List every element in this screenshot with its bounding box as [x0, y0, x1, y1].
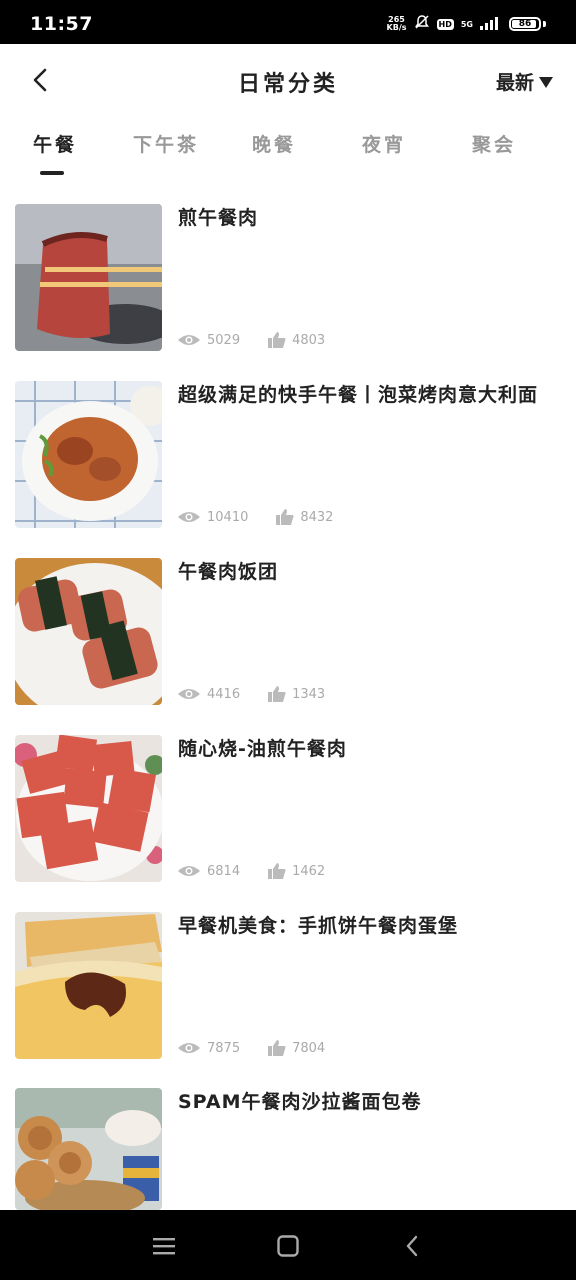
eye-icon [178, 335, 200, 345]
view-count: 5029 [177, 333, 240, 348]
status-icons: 265 KB/s HD 5G 86 [387, 14, 546, 34]
eye-icon [178, 1043, 200, 1053]
view-count: 4416 [177, 687, 240, 702]
back-chevron-icon [406, 1235, 418, 1257]
battery-icon: 86 [509, 17, 541, 31]
recipe-thumbnail[interactable] [15, 381, 162, 528]
thumbs-up-icon [268, 332, 286, 348]
thumbs-up-icon [268, 1040, 286, 1056]
system-nav-bar [0, 1210, 576, 1280]
like-count: 7804 [268, 1040, 325, 1056]
signal-icon [480, 15, 502, 34]
like-count: 1462 [268, 863, 325, 879]
like-count: 8432 [276, 509, 333, 525]
eye-icon [178, 689, 200, 699]
menu-button[interactable] [150, 1232, 178, 1260]
thumbs-up-icon [268, 863, 286, 879]
like-count: 4803 [268, 332, 325, 348]
thumbs-up-icon [276, 509, 294, 525]
tab-party[interactable]: 聚会 [472, 130, 516, 157]
hd-badge: HD [436, 18, 454, 30]
recipe-item[interactable]: 早餐机美食：手抓饼午餐肉蛋堡 7875 7804 [0, 908, 576, 1059]
home-button[interactable] [274, 1232, 302, 1260]
sort-dropdown[interactable]: 最新 [496, 68, 554, 95]
nav-back-button[interactable] [398, 1232, 426, 1260]
category-tabs: 午餐 下午茶 晚餐 夜宵 聚会 [0, 124, 576, 180]
recipe-title: 早餐机美食：手抓饼午餐肉蛋堡 [178, 915, 459, 937]
recipe-item[interactable]: 午餐肉饭团 4416 1343 [0, 554, 576, 705]
net-speed: 265 KB/s [386, 15, 407, 32]
recipe-title: 超级满足的快手午餐丨泡菜烤肉意大利面 [178, 384, 539, 406]
recipe-item[interactable]: 随心烧-油煎午餐肉 6814 1462 [0, 731, 576, 882]
recipe-title: 随心烧-油煎午餐肉 [178, 738, 347, 760]
recipe-thumbnail[interactable] [15, 204, 162, 351]
status-bar: 11:57 265 KB/s HD 5G 86 [0, 0, 576, 44]
header: 日常分类 最新 [0, 44, 576, 116]
tab-dinner[interactable]: 晚餐 [252, 130, 296, 157]
recipe-stats: 6814 1462 [177, 863, 353, 879]
menu-icon [153, 1238, 175, 1255]
recipe-stats: 10410 8432 [177, 509, 361, 525]
recipe-thumbnail[interactable] [15, 735, 162, 882]
battery-tip [543, 21, 546, 27]
recipe-stats: 7875 7804 [177, 1040, 353, 1056]
recipe-title: 煎午餐肉 [178, 207, 259, 229]
caret-down-icon [539, 76, 553, 88]
tab-late-night[interactable]: 夜宵 [362, 130, 406, 157]
eye-icon [178, 866, 200, 876]
recipe-item[interactable]: 超级满足的快手午餐丨泡菜烤肉意大利面 10410 8432 [0, 377, 576, 528]
tab-lunch[interactable]: 午餐 [33, 130, 77, 157]
network-type: 5G [460, 19, 473, 29]
tab-indicator [40, 171, 64, 175]
view-count: 6814 [177, 864, 240, 879]
home-square-icon [277, 1235, 299, 1257]
recipe-thumbnail[interactable] [15, 1088, 162, 1210]
mute-bell-icon [414, 14, 430, 34]
recipe-item[interactable]: 煎午餐肉 5029 4803 [0, 200, 576, 351]
eye-icon [178, 512, 200, 522]
page-title: 日常分类 [237, 72, 338, 97]
recipe-thumbnail[interactable] [15, 912, 162, 1059]
view-count: 7875 [177, 1041, 240, 1056]
recipe-title: SPAM午餐肉沙拉酱面包卷 [178, 1091, 422, 1113]
status-time: 11:57 [30, 13, 93, 35]
recipe-stats: 4416 1343 [177, 686, 353, 702]
thumbs-up-icon [268, 686, 286, 702]
recipe-title: 午餐肉饭团 [178, 561, 279, 583]
view-count: 10410 [177, 510, 248, 525]
tab-afternoon-tea[interactable]: 下午茶 [133, 130, 199, 157]
like-count: 1343 [268, 686, 325, 702]
recipe-thumbnail[interactable] [15, 558, 162, 705]
recipe-stats: 5029 4803 [177, 332, 353, 348]
sort-label: 最新 [495, 72, 534, 94]
